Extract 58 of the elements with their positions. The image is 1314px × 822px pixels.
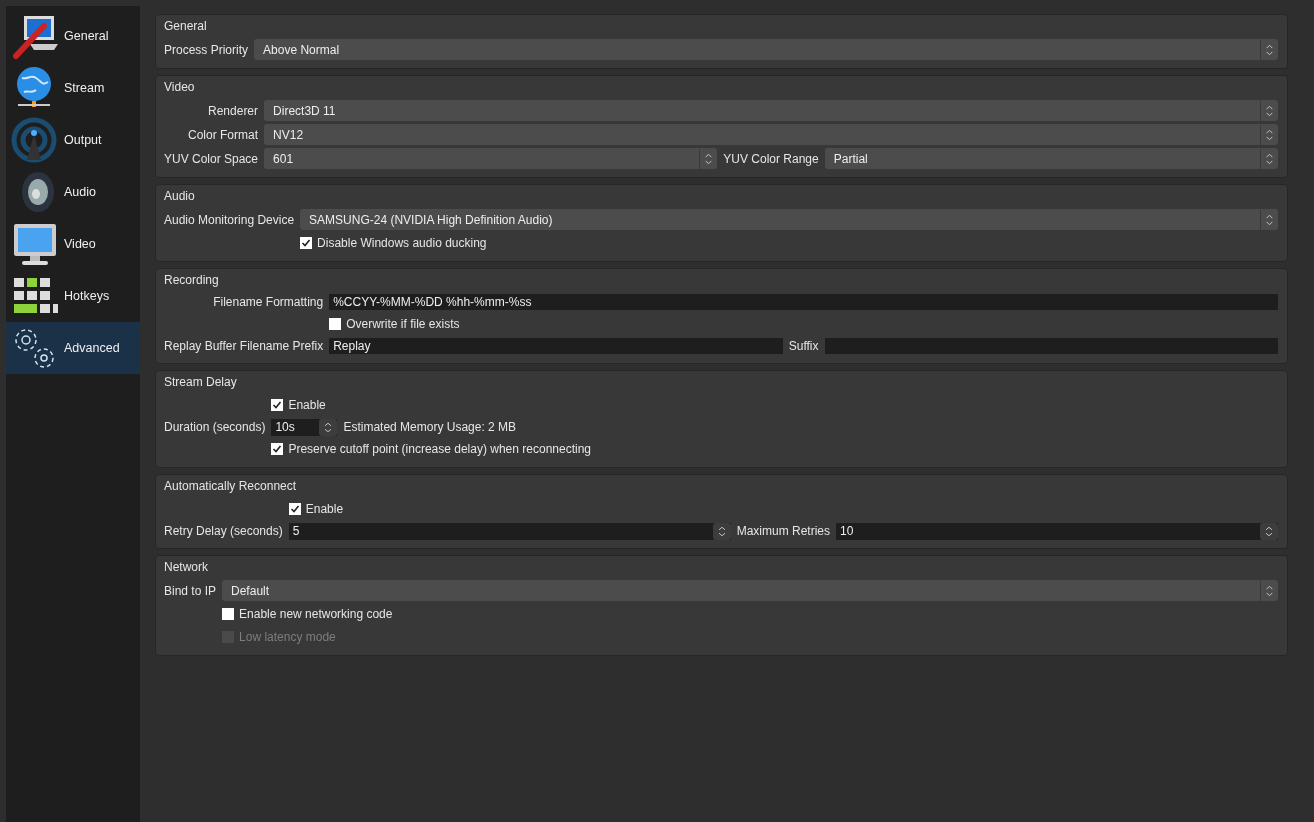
sidebar-item[interactable]: General <box>6 10 140 62</box>
checkbox[interactable] <box>271 399 284 411</box>
field-label: Process Priority <box>164 42 249 57</box>
sidebar-item[interactable]: Output <box>6 114 140 166</box>
field-label: Duration (seconds) <box>164 420 266 434</box>
checkbox[interactable] <box>288 503 301 515</box>
field-label: YUV Color Space <box>164 151 259 166</box>
dropdown[interactable]: Direct3D 11 <box>264 100 1278 121</box>
field-label: YUV Color Range <box>723 150 819 168</box>
checkbox[interactable] <box>329 318 342 330</box>
group-title: Audio <box>164 188 195 205</box>
checkbox-label[interactable]: Preserve cutoff point (increase delay) when reconnecting <box>288 440 591 458</box>
text-field[interactable]: Replay <box>329 338 783 354</box>
up-down-arrows-icon <box>712 522 731 540</box>
field-label: Audio Monitoring Device <box>164 212 295 227</box>
text-field[interactable]: %CCYY-%MM-%DD %hh-%mm-%ss <box>329 294 1278 310</box>
field-label: Replay Buffer Filename Prefix <box>164 339 324 353</box>
text-field[interactable] <box>824 338 1278 354</box>
dropdown[interactable]: 601 <box>264 148 718 169</box>
sidebar-item[interactable]: Stream <box>6 62 140 114</box>
up-down-arrows-icon <box>1260 522 1278 540</box>
checkbox[interactable] <box>300 237 313 249</box>
sidebar-item[interactable]: Video <box>6 218 140 270</box>
dropdown[interactable]: NV12 <box>264 124 1278 145</box>
field-label: Filename Formatting <box>213 295 324 309</box>
checkbox-label[interactable]: Overwrite if file exists <box>346 315 460 333</box>
checkbox-label[interactable]: Enable <box>288 396 326 414</box>
field-label: Maximum Retries <box>736 523 831 540</box>
dropdown[interactable]: Partial <box>824 148 1278 169</box>
dropdown[interactable]: Default <box>222 580 1278 601</box>
sidebar-item[interactable]: Advanced <box>6 322 140 374</box>
checkbox-label: Low latency mode <box>239 629 336 646</box>
dropdown[interactable]: Above Normal <box>254 39 1278 60</box>
group-title: Video <box>164 79 195 96</box>
group-title: Automatically Reconnect <box>164 478 297 495</box>
memory-usage-text: Estimated Memory Usage: 2 MB <box>343 419 518 436</box>
group-title: General <box>164 18 207 35</box>
field-label: Color Format <box>188 127 259 142</box>
group-title: Stream Delay <box>164 374 237 391</box>
up-down-arrows-icon <box>319 418 338 436</box>
checkbox-label[interactable]: Enable new networking code <box>239 605 393 623</box>
sidebar-item[interactable]: Hotkeys <box>6 270 140 322</box>
field-label: Renderer <box>208 103 259 118</box>
group-title: Recording <box>164 272 219 289</box>
group-title: Network <box>164 559 208 576</box>
field-label: Retry Delay (seconds) <box>164 524 283 538</box>
field-label: Suffix <box>788 338 819 355</box>
number-field[interactable]: 10s <box>271 418 338 436</box>
number-field[interactable]: 5 <box>288 522 731 540</box>
number-field[interactable]: 10 <box>836 522 1278 540</box>
dropdown[interactable]: SAMSUNG-24 (NVIDIA High Definition Audio) <box>300 209 1278 230</box>
checkbox-label[interactable]: Enable <box>305 500 344 518</box>
sidebar-item[interactable]: Audio <box>6 166 140 218</box>
signal-icon <box>10 116 58 164</box>
checkbox[interactable] <box>222 608 235 620</box>
checkbox-label[interactable]: Disable Windows audio ducking <box>317 234 487 252</box>
checkbox[interactable] <box>271 443 284 455</box>
field-label: Bind to IP <box>164 583 217 598</box>
